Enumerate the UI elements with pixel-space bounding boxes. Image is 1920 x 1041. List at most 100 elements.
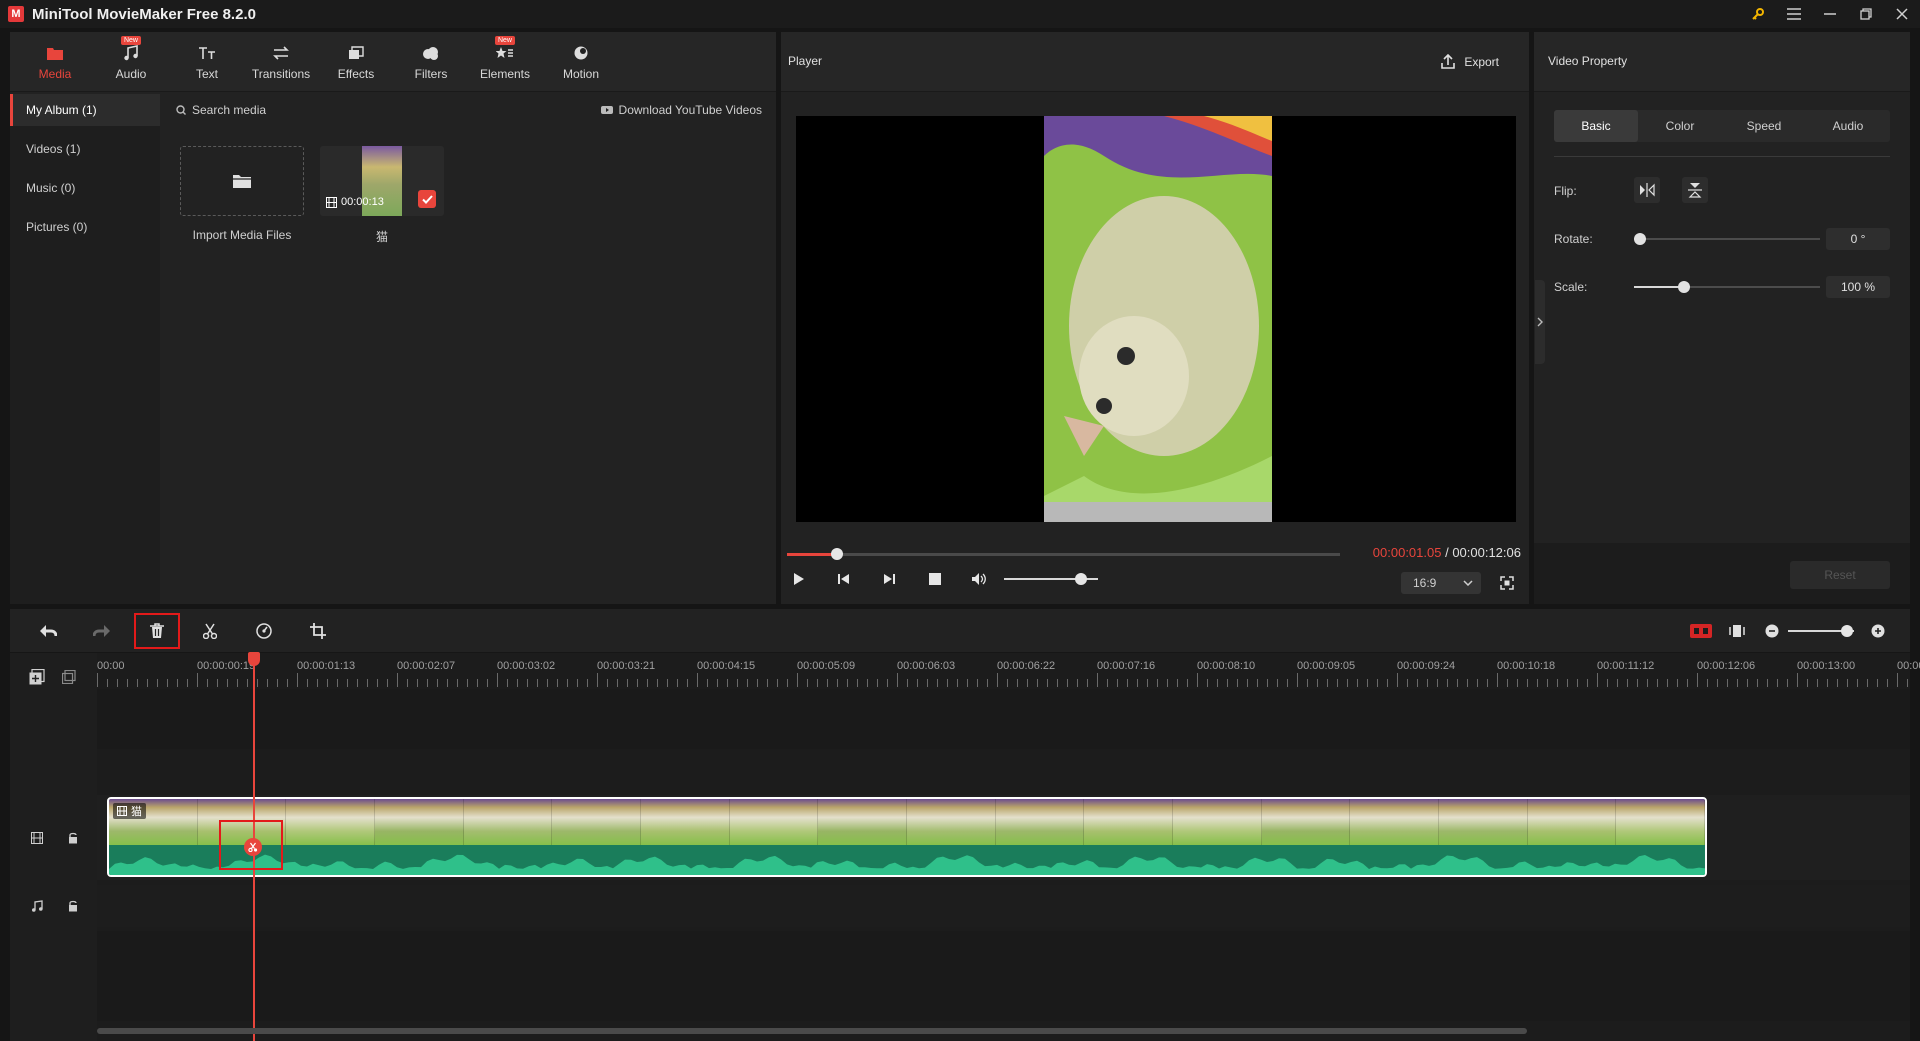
tab-audio[interactable]: Audio (1806, 110, 1890, 142)
play-button[interactable] (787, 569, 811, 589)
time-separator: / (1441, 545, 1453, 560)
redo-button[interactable] (82, 616, 122, 646)
filmstrip-frame (286, 799, 376, 845)
flip-vertical-button[interactable] (1682, 177, 1708, 203)
scissors-icon (203, 623, 217, 639)
tab-media[interactable]: Media (18, 32, 92, 92)
split-button[interactable] (190, 616, 230, 646)
close-icon[interactable] (1884, 0, 1920, 28)
undo-button[interactable] (28, 616, 68, 646)
fit-timeline-button[interactable] (1722, 616, 1752, 646)
copy-icon (62, 670, 76, 684)
zoom-in-button[interactable] (1866, 616, 1890, 646)
lock-icon[interactable] (63, 828, 83, 848)
tab-speed[interactable]: Speed (1722, 110, 1806, 142)
tab-elements[interactable]: New Elements (468, 32, 542, 92)
rotate-slider-handle[interactable] (1634, 233, 1646, 245)
rotate-label: Rotate: (1554, 232, 1593, 246)
copy-track-button[interactable] (59, 667, 79, 687)
lock-icon[interactable] (63, 896, 83, 916)
progress-handle[interactable] (830, 548, 843, 560)
tab-audio[interactable]: New Audio (94, 32, 168, 92)
search-input[interactable]: Search media (176, 94, 266, 126)
flip-horizontal-button[interactable] (1634, 177, 1660, 203)
filmstrip-frame (1439, 799, 1528, 845)
property-header: Video Property (1534, 32, 1910, 92)
collapse-panel-handle[interactable] (1535, 280, 1545, 364)
import-media-button[interactable] (180, 146, 304, 216)
film-icon (117, 806, 127, 816)
playback-progress-bar[interactable] (787, 548, 1340, 560)
download-youtube-button[interactable]: Download YouTube Videos (600, 94, 762, 126)
fullscreen-button[interactable] (1497, 573, 1517, 593)
zoom-slider-handle[interactable] (1841, 625, 1854, 637)
add-track-button[interactable] (27, 667, 47, 687)
split-scissors-button[interactable] (244, 838, 262, 856)
effects-icon (348, 43, 364, 63)
crop-button[interactable] (298, 616, 338, 646)
stop-button[interactable] (923, 569, 947, 589)
scale-value-input[interactable]: 100 % (1826, 276, 1890, 298)
media-panel: Media New Audio Text Transitions Effects… (10, 32, 776, 604)
property-tabs: Basic Color Speed Audio (1554, 110, 1890, 142)
playhead-handle[interactable] (248, 652, 260, 666)
checkmark-icon[interactable] (418, 190, 436, 208)
track-headers (10, 653, 97, 1041)
horizontal-scrollbar[interactable] (97, 1028, 1527, 1034)
media-clip-thumbnail[interactable]: 00:00:13 (320, 146, 444, 216)
fullscreen-icon (1500, 576, 1514, 590)
sidebar-item-videos[interactable]: Videos (1) (10, 133, 160, 165)
sidebar-item-my-album[interactable]: My Album (1) (10, 94, 160, 126)
scissors-icon (248, 842, 258, 852)
maximize-icon[interactable] (1848, 0, 1884, 28)
rotate-value-input[interactable]: 0 ° (1826, 228, 1890, 250)
tab-filters[interactable]: Filters (394, 32, 468, 92)
speed-icon (256, 623, 272, 639)
empty-track (97, 689, 1910, 749)
music-icon (123, 43, 139, 63)
clip-badge-name: 猫 (131, 806, 142, 818)
tab-transitions[interactable]: Transitions (244, 32, 318, 92)
tab-basic[interactable]: Basic (1554, 110, 1638, 142)
tab-motion[interactable]: Motion (544, 32, 618, 92)
chevron-down-icon (1463, 580, 1473, 586)
tab-effects[interactable]: Effects (319, 32, 393, 92)
next-frame-button[interactable] (877, 569, 901, 589)
minimize-icon[interactable] (1812, 0, 1848, 28)
extra-track-area (97, 931, 1910, 1021)
volume-button[interactable] (967, 569, 991, 589)
zoom-in-icon (1871, 624, 1885, 638)
title-bar: M MiniTool MovieMaker Free 8.2.0 (0, 0, 1920, 28)
new-badge: New (494, 36, 515, 45)
volume-handle[interactable] (1075, 573, 1088, 585)
player-header: Player Export (781, 32, 1529, 92)
property-title: Video Property (1548, 54, 1628, 68)
video-preview[interactable] (796, 116, 1516, 522)
scale-slider-handle[interactable] (1678, 281, 1691, 293)
time-readout: 00:00:01.05 / 00:00:12:06 (1373, 545, 1521, 560)
filmstrip-frame (1084, 799, 1174, 845)
timeline-ruler[interactable]: 00:00 00:00:00:19 00:00:01:13 00:00:02:07 00… (97, 653, 1920, 689)
menu-icon[interactable] (1776, 0, 1812, 28)
tab-text[interactable]: Text (170, 32, 244, 92)
previous-frame-button[interactable] (832, 569, 856, 589)
zoom-out-button[interactable] (1760, 616, 1784, 646)
tab-label: Elements (479, 67, 531, 81)
key-icon[interactable] (1740, 0, 1776, 28)
aspect-ratio-select[interactable]: 16:9 (1401, 572, 1481, 594)
sidebar-item-pictures[interactable]: Pictures (0) (10, 211, 160, 243)
snap-toggle-button[interactable] (1686, 616, 1716, 646)
trash-icon (150, 623, 164, 638)
speed-button[interactable] (244, 616, 284, 646)
tab-color[interactable]: Color (1638, 110, 1722, 142)
export-button[interactable]: Export (1440, 50, 1499, 74)
scale-slider[interactable] (1634, 281, 1820, 293)
media-clip-name: 猫 (375, 230, 388, 244)
reset-button[interactable]: Reset (1790, 561, 1890, 589)
rotate-slider[interactable] (1634, 233, 1820, 245)
video-property-panel: Video Property Basic Color Speed Audio F… (1534, 32, 1910, 604)
timeline-video-clip[interactable]: 猫 (107, 797, 1707, 877)
sidebar-item-music[interactable]: Music (0) (10, 172, 160, 204)
delete-button[interactable] (134, 613, 180, 649)
volume-icon (972, 573, 986, 585)
